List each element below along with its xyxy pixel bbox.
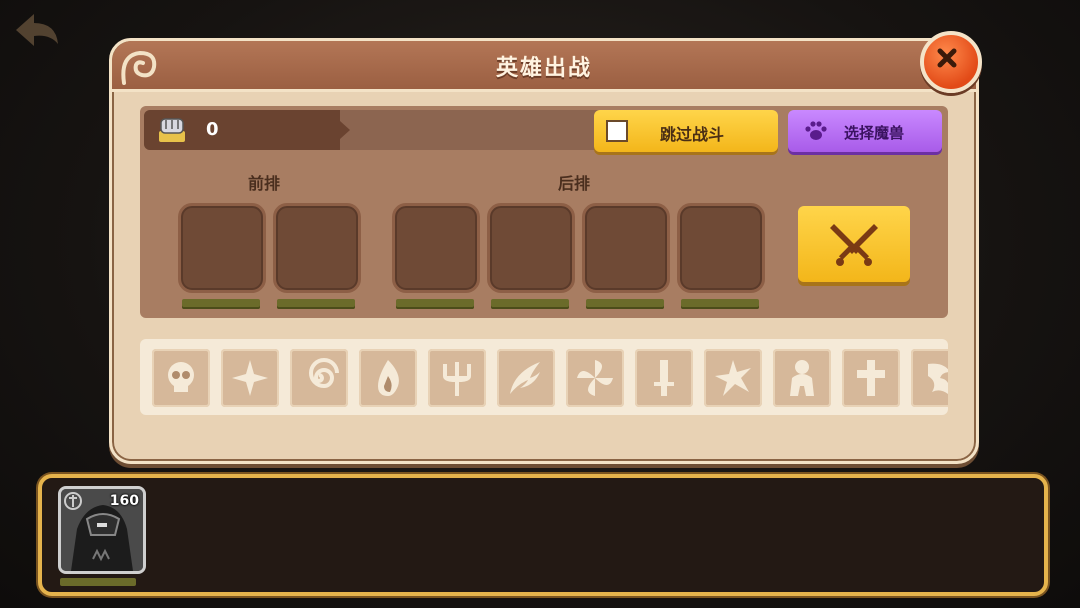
figure-icon[interactable]: [773, 349, 831, 407]
back-slot-3-bar: [586, 299, 664, 309]
back-slot-2-bar: [491, 299, 569, 309]
power-count-tab: 0: [144, 110, 350, 150]
burst-icon[interactable]: [704, 349, 762, 407]
hero-card[interactable]: 160: [58, 486, 146, 574]
front-slot-2[interactable]: [273, 203, 361, 293]
select-beast-button[interactable]: 选择魔兽: [788, 110, 942, 152]
fist-icon: [159, 118, 185, 142]
front-slot-1-bar: [182, 299, 260, 309]
wings-icon[interactable]: [497, 349, 555, 407]
back-slot-1-bar: [396, 299, 474, 309]
back-slot-1[interactable]: [392, 203, 480, 293]
dragon-icon[interactable]: [911, 349, 948, 407]
trident-icon[interactable]: [428, 349, 486, 407]
hero-deploy-dialog: 英雄出战 0 跳过战斗 选择魔兽 前排 后排: [109, 38, 979, 464]
skip-battle-button[interactable]: 跳过战斗: [594, 110, 778, 152]
dialog-title: 英雄出战: [495, 56, 592, 81]
close-button[interactable]: [920, 31, 982, 93]
back-slot-4-bar: [681, 299, 759, 309]
pinwheel-icon[interactable]: [566, 349, 624, 407]
power-count-value: 0: [206, 119, 219, 140]
sword-icon[interactable]: [635, 349, 693, 407]
front-slot-2-bar: [277, 299, 355, 309]
front-slot-1[interactable]: [178, 203, 266, 293]
paw-icon: [805, 121, 827, 140]
select-beast-label: 选择魔兽: [844, 124, 905, 142]
title-bar: 英雄出战: [112, 41, 976, 92]
back-slot-3[interactable]: [582, 203, 670, 293]
class-filter-strip: [140, 339, 948, 415]
skip-battle-checkbox[interactable]: [606, 120, 628, 142]
formation-panel: 0 跳过战斗 选择魔兽 前排 后排: [140, 106, 948, 318]
back-slot-4[interactable]: [677, 203, 765, 293]
back-row-label: 后排: [558, 174, 591, 193]
skull-icon[interactable]: [152, 349, 210, 407]
hero-bar: [60, 578, 136, 586]
spiral-icon[interactable]: [290, 349, 348, 407]
start-battle-button[interactable]: [798, 206, 910, 282]
front-row-label: 前排: [248, 174, 281, 193]
hero-level: 160: [109, 493, 139, 509]
back-slot-2[interactable]: [487, 203, 575, 293]
hero-tray: 160: [38, 474, 1048, 596]
skip-battle-label: 跳过战斗: [660, 125, 725, 144]
back-arrow-icon[interactable]: [12, 10, 62, 50]
close-icon: [937, 48, 957, 68]
crossed-swords-icon: [830, 224, 878, 266]
holy-cross-icon[interactable]: [842, 349, 900, 407]
flame-icon[interactable]: [359, 349, 417, 407]
cross-icon[interactable]: [221, 349, 279, 407]
